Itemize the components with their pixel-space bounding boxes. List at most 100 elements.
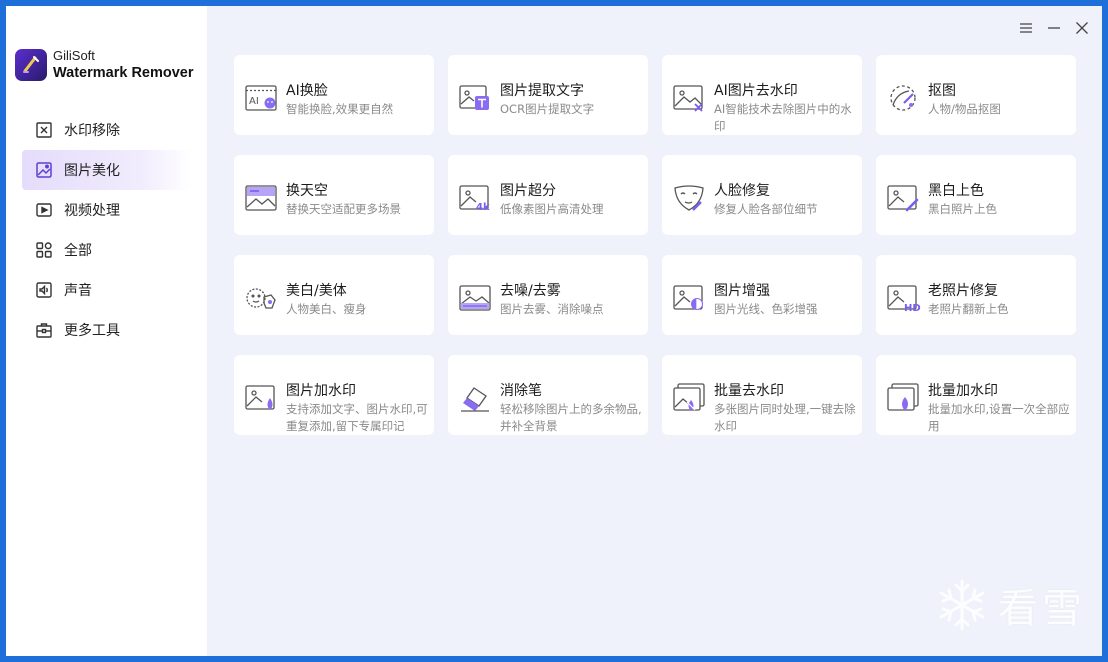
tool-grid: AI AI换脸 智能换脸,效果更自然 图片提取文字 OCR图片提取文字 AI图片… [234,55,1076,435]
face-repair-icon [673,183,707,213]
tool-title: 图片加水印 [286,383,356,399]
tool-title: 图片超分 [500,183,556,199]
tool-title: 人脸修复 [714,183,770,199]
window-controls [1016,18,1092,38]
watermark-text: 看雪 [998,586,1086,632]
tool-title: AI换脸 [286,83,328,99]
sidebar-item-label: 图片美化 [64,163,120,179]
tool-description: 老照片翻新上色 [928,302,1009,316]
tool-description: AI智能技术去除图片中的水印 [714,102,852,133]
tool-card-add-watermark[interactable]: 图片加水印 支持添加文字、图片水印,可重复添加,留下专属印记 [234,355,434,435]
tool-description: 轻松移除图片上的多余物品,并补全背景 [500,402,642,433]
tool-title: 批量加水印 [928,383,998,399]
sidebar-item-label: 全部 [64,243,92,259]
tool-description: 替换天空适配更多场景 [286,202,401,216]
sidebar-item-audio[interactable]: 声音 [22,270,192,310]
super-resolution-icon: 4k [459,183,493,213]
tool-card-eraser[interactable]: 消除笔 轻松移除图片上的多余物品,并补全背景 [448,355,648,435]
tool-card-ai-face-swap[interactable]: AI AI换脸 智能换脸,效果更自然 [234,55,434,135]
tool-card-ocr[interactable]: 图片提取文字 OCR图片提取文字 [448,55,648,135]
brand-name: Watermark Remover [53,65,194,81]
tool-description: OCR图片提取文字 [500,102,595,116]
add-watermark-icon [245,383,279,413]
tool-title: AI图片去水印 [714,83,798,99]
tool-description: 图片去雾、消除噪点 [500,302,604,316]
tool-description: 黑白照片上色 [928,202,997,216]
minimize-icon [1048,27,1060,29]
svg-text:4k: 4k [476,202,490,213]
tool-description: 多张图片同时处理,一键去除水印 [714,402,856,433]
grid-icon [34,240,54,260]
tool-card-denoise[interactable]: 去噪/去雾 图片去雾、消除噪点 [448,255,648,335]
brand-top-text: GiliSoft [53,48,95,63]
app-logo-icon [15,49,47,81]
tool-description: 修复人脸各部位细节 [714,202,818,216]
tool-title: 去噪/去雾 [500,283,561,299]
tool-title: 美白/美体 [286,283,347,299]
tool-description: 图片光线、色彩增强 [714,302,818,316]
tool-description: 批量加水印,设置一次全部应用 [928,402,1070,433]
tool-card-batch-add-watermark[interactable]: 批量加水印 批量加水印,设置一次全部应用 [876,355,1076,435]
tool-card-enhance[interactable]: 图片增强 图片光线、色彩增强 [662,255,862,335]
audio-icon [34,280,54,300]
sidebar-item-video[interactable]: 视频处理 [22,190,192,230]
tool-card-colorize[interactable]: 黑白上色 黑白照片上色 [876,155,1076,235]
tool-card-old-photo-repair[interactable]: HD 老照片修复 老照片翻新上色 [876,255,1076,335]
sidebar-item-label: 水印移除 [64,123,120,139]
enhance-icon [673,283,707,313]
image-beautify-icon [34,160,54,180]
tool-card-sky-replace[interactable]: 换天空 替换天空适配更多场景 [234,155,434,235]
app-window: GiliSoft Watermark Remover 水印移除 图片美化 视频处… [6,6,1102,656]
colorize-icon [887,183,921,213]
tool-card-cutout[interactable]: 抠图 人物/物品抠图 [876,55,1076,135]
tool-description: 智能换脸,效果更自然 [286,102,394,116]
ai-face-swap-icon: AI [245,83,279,113]
toolbox-icon [34,320,54,340]
tool-card-beautify-body[interactable]: 美白/美体 人物美白、瘦身 [234,255,434,335]
sky-replace-icon [245,183,279,213]
ocr-icon [459,83,493,113]
ai-remove-watermark-icon [673,83,707,113]
tool-description: 人物美白、瘦身 [286,302,367,316]
tool-description: 人物/物品抠图 [928,102,1001,116]
tool-card-face-repair[interactable]: 人脸修复 修复人脸各部位细节 [662,155,862,235]
cutout-icon [887,83,921,113]
tool-card-ai-remove-watermark[interactable]: AI图片去水印 AI智能技术去除图片中的水印 [662,55,862,135]
tool-card-batch-remove-watermark[interactable]: 批量去水印 多张图片同时处理,一键去除水印 [662,355,862,435]
tool-description: 低像素图片高清处理 [500,202,604,216]
close-icon [1076,22,1088,34]
tool-title: 消除笔 [500,383,542,399]
old-photo-repair-icon: HD [887,283,921,314]
sidebar-nav: 水印移除 图片美化 视频处理 全部 声音 更多工具 [22,110,192,350]
denoise-icon [459,283,493,313]
tool-title: 图片增强 [714,283,770,299]
app-logo: GiliSoft Watermark Remover [15,47,205,87]
tool-title: 老照片修复 [928,283,998,299]
eraser-icon [459,383,493,413]
tool-title: 批量去水印 [714,383,784,399]
tool-title: 图片提取文字 [500,83,584,99]
close-button[interactable] [1072,18,1092,38]
menu-icon [1020,23,1032,33]
sidebar-item-image-beautify[interactable]: 图片美化 [22,150,192,190]
tool-description: 支持添加文字、图片水印,可重复添加,留下专属印记 [286,402,428,433]
svg-text:HD: HD [904,303,921,313]
minimize-button[interactable] [1044,18,1064,38]
tool-card-super-resolution[interactable]: 4k 图片超分 低像素图片高清处理 [448,155,648,235]
video-icon [34,200,54,220]
sidebar-item-watermark-remove[interactable]: 水印移除 [22,110,192,150]
menu-button[interactable] [1016,18,1036,38]
sidebar-item-label: 更多工具 [64,323,120,339]
beautify-body-icon [245,283,279,313]
watermark-remove-icon [34,120,54,140]
tool-title: 黑白上色 [928,183,984,199]
sidebar-item-more-tools[interactable]: 更多工具 [22,310,192,350]
snowflake-icon [939,579,985,631]
sidebar-item-label: 声音 [64,283,92,299]
sidebar-item-all[interactable]: 全部 [22,230,192,270]
tool-title: 换天空 [286,183,328,199]
tool-title: 抠图 [928,83,956,99]
site-watermark: 看雪 [934,576,1086,634]
batch-add-watermark-icon [887,383,921,413]
sidebar-item-label: 视频处理 [64,203,120,219]
